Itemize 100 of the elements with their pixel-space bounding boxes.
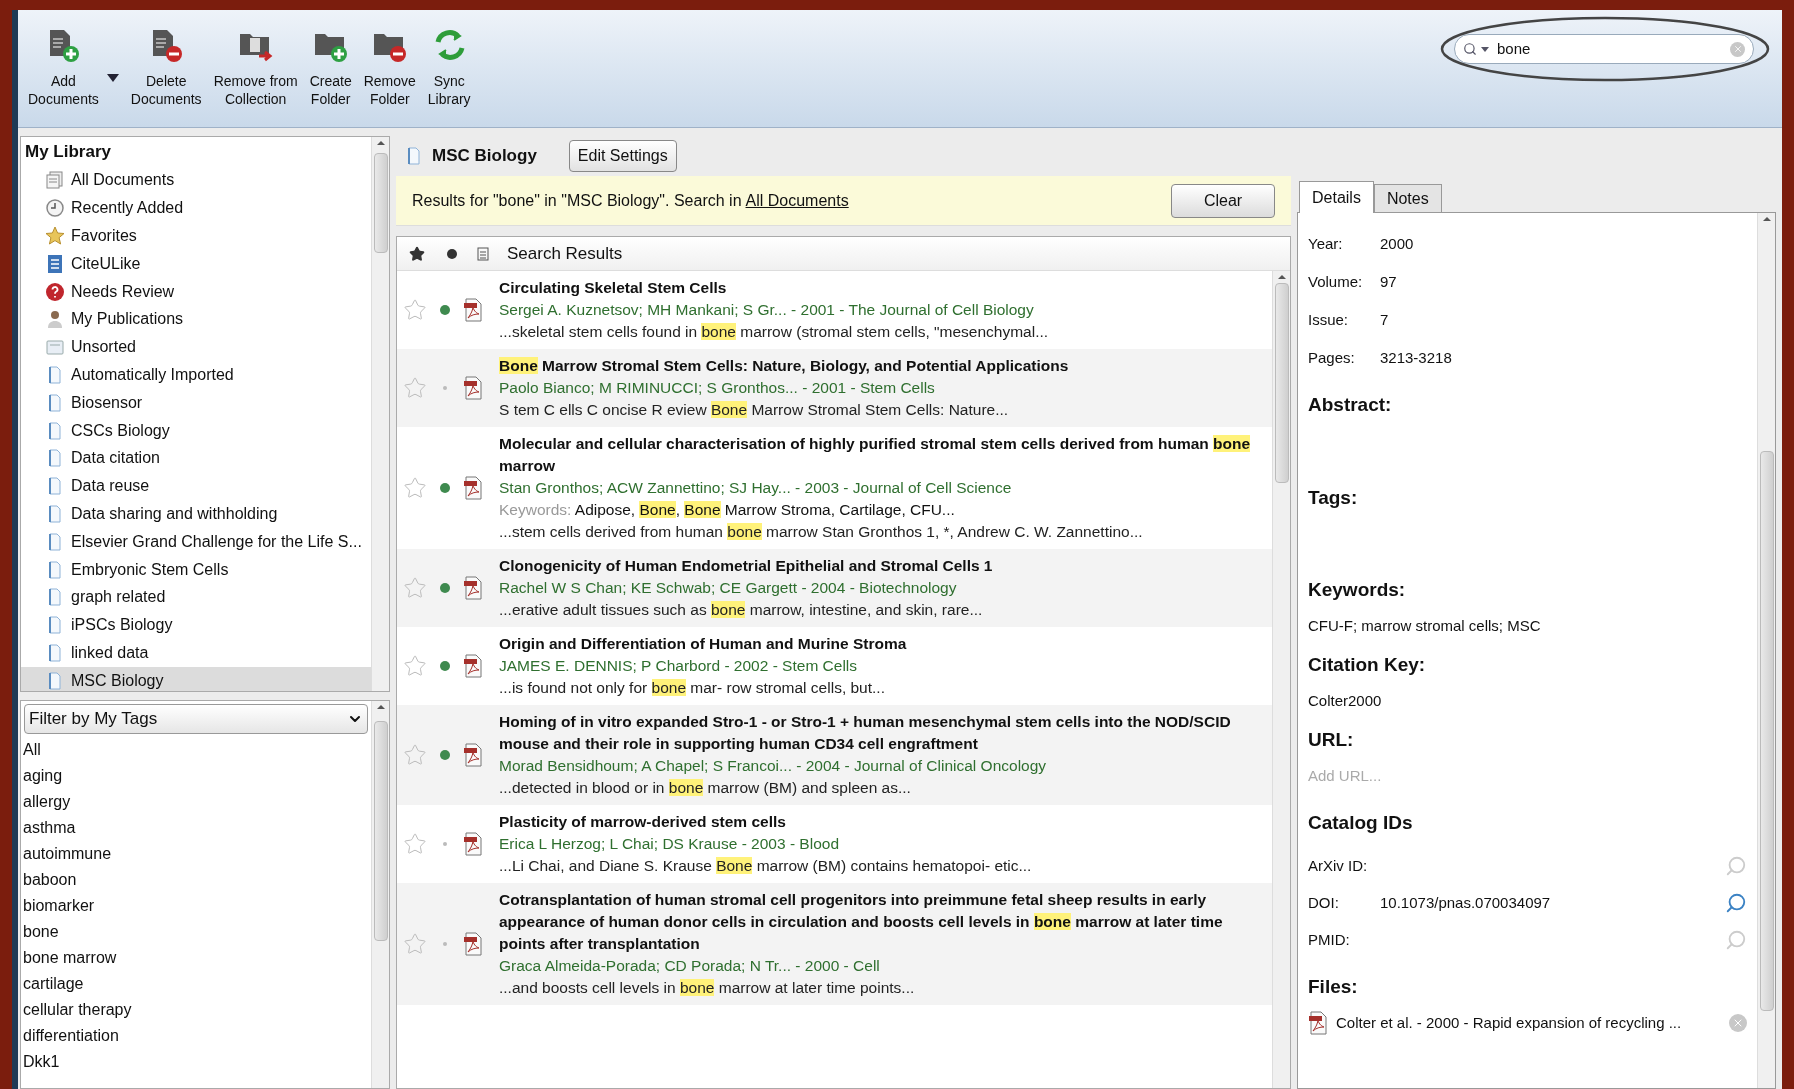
read-status-column-icon[interactable] [447,248,457,259]
scrollbar[interactable] [1272,271,1290,1088]
scrollbar[interactable] [371,701,389,1088]
tag-item[interactable]: bone marrow [21,945,371,971]
section-value[interactable]: CFU-F; marrow stromal cells; MSC [1308,614,1747,637]
read-status-dot[interactable] [440,483,450,493]
field-value[interactable]: 7 [1380,308,1389,332]
library-item[interactable]: Embryonic Stem Cells [21,555,371,584]
star-icon[interactable] [403,932,427,956]
read-status-dot[interactable] [440,661,450,671]
remove-file-icon[interactable] [1729,1014,1747,1032]
library-item[interactable]: Recently Added [21,194,371,223]
caret-icon [1481,46,1489,52]
toolbar-button[interactable]: Delete Documents [124,26,208,108]
library-item[interactable]: Data citation [21,444,371,473]
read-status-dot[interactable] [440,839,450,849]
library-item[interactable]: Unsorted [21,333,371,362]
library-item[interactable]: CSCs Biology [21,416,371,445]
result-row[interactable] [397,705,1272,805]
read-status-dot[interactable] [440,305,450,315]
clear-button[interactable]: Clear [1171,183,1275,218]
result-row[interactable] [397,549,1272,627]
library-item[interactable]: Data reuse [21,472,371,501]
result-row[interactable] [397,883,1272,1005]
toolbar-button[interactable]: Sync Library [421,26,477,108]
toolbar-button[interactable]: Remove from Collection [207,26,304,108]
tag-item[interactable]: differentiation [21,1023,371,1049]
field-value[interactable]: 10.1073/pnas.070034097 [1380,891,1725,915]
details-tab[interactable]: Notes [1373,184,1442,212]
tag-item[interactable]: bone [21,919,371,945]
star-icon[interactable] [403,654,427,678]
pdf-icon [463,743,483,767]
library-item[interactable]: Data sharing and withholding [21,500,371,528]
tag-filter-dropdown[interactable]: Filter by My Tags [24,704,368,734]
tag-item[interactable]: cellular therapy [21,997,371,1023]
scrollbar[interactable] [1757,213,1775,1088]
tag-item[interactable]: autoimmune [21,841,371,867]
tag-item[interactable]: asthma [21,815,371,841]
search-field[interactable]: bone [1454,34,1754,64]
library-item[interactable]: Needs Review [21,277,371,306]
tag-item[interactable]: Dkk1 [21,1049,371,1075]
pdf-icon [463,376,483,400]
document-column-icon[interactable] [477,246,489,261]
library-item[interactable]: All Documents [21,166,371,195]
read-status-dot[interactable] [440,583,450,593]
details-tab[interactable]: Details [1299,181,1374,213]
result-snippet: ...skeletal stem cells found in bone marrow (stromal stem cells, "mesenchymal... [499,322,1049,342]
result-row[interactable] [397,349,1272,427]
library-item[interactable]: Favorites [21,222,371,250]
library-item[interactable]: iPSCs Biology [21,611,371,640]
field-label: ArXiv ID: [1308,855,1369,876]
url-field[interactable]: Add URL... [1308,764,1747,787]
field-value[interactable]: 2000 [1380,232,1414,256]
star-icon[interactable] [403,298,427,322]
edit-settings-button[interactable]: Edit Settings [568,140,677,172]
library-item[interactable]: Elsevier Grand Challenge for the Life S... [21,527,371,556]
field-label: DOI: [1308,892,1340,913]
result-authors: Rachel W S Chan; KE Schwab; CE Gargett - 2004 - Biotechnology [499,578,958,598]
library-item[interactable]: linked data [21,639,371,667]
library-item[interactable]: graph related [21,583,371,612]
library-item[interactable]: CiteULike [21,249,371,278]
toolbar-button[interactable]: Add Documents [22,26,125,108]
tag-item[interactable]: allergy [21,789,371,815]
column-header[interactable]: Search Results [499,240,623,267]
star-icon[interactable] [403,743,427,767]
clear-icon[interactable] [1730,41,1745,57]
section-value[interactable]: Colter2000 [1308,689,1747,712]
tag-item[interactable]: biomarker [21,893,371,919]
result-authors: Sergei A. Kuznetsov; MH Mankani; S Gr... - 2001 - The Journal of Cell Biology [499,300,1035,320]
file-link[interactable]: Colter et al. - 2000 - Rapid expansion of recycling ... [1336,1011,1721,1035]
library-item[interactable]: Biosensor [21,388,371,417]
read-status-dot[interactable] [440,750,450,760]
star-icon[interactable] [403,376,427,400]
read-status-dot[interactable] [440,939,450,949]
field-value[interactable]: 3213-3218 [1380,346,1452,370]
search-icon[interactable] [1725,892,1747,914]
section-heading: Files: [1308,974,1359,999]
star-icon[interactable] [403,476,427,500]
library-item[interactable]: Automatically Imported [21,361,371,389]
tag-item[interactable]: cartilage [21,971,371,997]
star-icon[interactable] [403,576,427,600]
pdf-icon [463,576,483,600]
scrollbar[interactable] [371,137,389,691]
search-results-message: Results for "bone" in "MSC Biology". Search in [412,190,742,211]
all-documents-link[interactable]: All Documents [745,188,849,213]
result-snippet: ...Li Chai, and Diane S. Krause Bone marrow (BM) contains hematopoi- etic... [499,856,1032,876]
pdf-icon [463,298,483,322]
result-keywords: Adipose, Bone, Bone Marrow Stroma, Cartilage, CFU... [574,501,955,518]
tag-item[interactable]: aging [21,763,371,789]
toolbar-button[interactable]: Create Folder [303,26,358,108]
library-heading: My Library [24,141,112,163]
favorite-column-icon[interactable] [409,245,425,262]
field-value[interactable]: 97 [1380,270,1397,294]
tag-item[interactable]: baboon [21,867,371,893]
library-item[interactable]: MSC Biology [21,666,371,691]
toolbar-button[interactable]: Remove Folder [357,26,422,108]
library-item[interactable]: My Publications [21,305,371,334]
read-status-dot[interactable] [440,383,450,393]
tag-item[interactable]: All [21,737,371,763]
star-icon[interactable] [403,832,427,856]
